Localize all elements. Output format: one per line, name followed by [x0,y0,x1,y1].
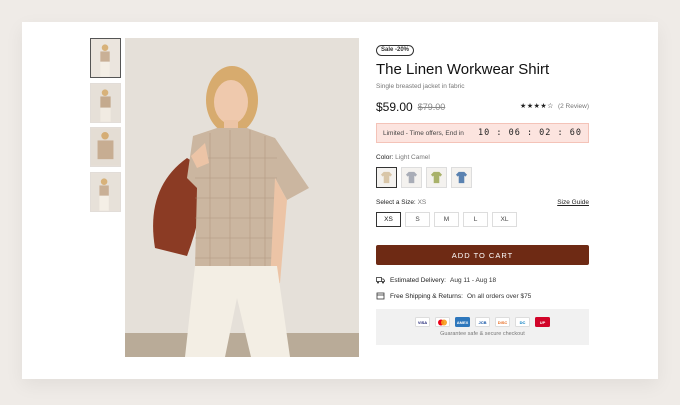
sale-badge: Sale -20% [376,44,415,56]
offer-timer: Limited - Time offers, End in 10 : 06 : … [376,123,589,143]
amex-icon: AMEX [455,317,470,327]
diners-icon: DC [515,317,530,327]
timer-countdown: 10 : 06 : 02 : 60 [478,128,582,138]
product-main-image [125,38,359,357]
size-options: XS S M L XL [376,212,589,227]
color-swatches [376,167,589,188]
product-title: The Linen Workwear Shirt [376,61,550,78]
size-option-xl[interactable]: XL [492,212,517,227]
size-option-l[interactable]: L [463,212,488,227]
swatch-grey[interactable] [401,167,422,188]
delivery-value: Aug 11 - Aug 18 [450,276,497,284]
color-selected: Light Camel [395,154,430,161]
rating[interactable]: ★★★★☆ (2 Review) [520,102,589,111]
shirt-icon [455,171,468,184]
thumbnail-1[interactable] [90,38,121,78]
truck-icon [376,277,385,284]
shirt-icon [405,171,418,184]
size-option-m[interactable]: M [434,212,459,227]
product-subtitle: Single breasted jacket in fabric [376,83,465,90]
size-label: Select a Size: XS [376,199,426,206]
current-price: $59.00 [376,100,413,114]
add-to-cart-button[interactable]: ADD TO CART [376,245,589,265]
discover-icon: DISC [495,317,510,327]
original-price: $79.00 [417,102,446,112]
unionpay-icon: UP [535,317,550,327]
box-icon [376,292,385,300]
jcb-icon: JCB [475,317,490,327]
delivery-label: Estimated Delivery: [390,276,446,284]
shirt-icon [430,171,443,184]
size-header: Select a Size: XS Size Guide [376,199,589,206]
size-option-xs[interactable]: XS [376,212,401,227]
payment-cards: VISA AMEX JCB DISC DC UP [413,317,553,327]
shirt-icon [380,171,393,184]
size-guide-link[interactable]: Size Guide [557,199,589,206]
swatch-blue[interactable] [451,167,472,188]
mastercard-icon [435,317,450,327]
secure-checkout-note: Guarantee safe & secure checkout [440,331,525,337]
thumbnail-2[interactable] [90,82,121,123]
delivery-info: Estimated Delivery: Aug 11 - Aug 18 [376,276,589,284]
product-details: Sale -20% The Linen Workwear Shirt Singl… [376,38,589,345]
size-selected: XS [417,199,427,206]
size-label-text: Select a Size: [376,199,416,206]
size-option-s[interactable]: S [405,212,430,227]
visa-icon: VISA [415,317,430,327]
shipping-info: Free Shipping & Returns: On all orders o… [376,292,589,300]
swatch-light-camel[interactable] [376,167,397,188]
color-label-text: Color: [376,154,394,161]
shipping-value: On all orders over $75 [466,292,532,300]
thumbnail-3[interactable] [90,127,121,167]
rating-stars-icon: ★★★★☆ [520,103,554,110]
payment-box: VISA AMEX JCB DISC DC UP Guarantee safe … [376,309,589,345]
color-label: Color: Light Camel [376,154,589,161]
shipping-label: Free Shipping & Returns: [390,292,463,300]
thumbnail-4[interactable] [90,171,121,212]
product-card: Sale -20% The Linen Workwear Shirt Singl… [22,22,658,379]
price-row: $59.00 $79.00 ★★★★☆ (2 Review) [376,100,589,114]
thumbnail-list [90,38,121,216]
review-count[interactable]: (2 Review) [558,103,589,110]
swatch-olive[interactable] [426,167,447,188]
timer-label: Limited - Time offers, End in [383,129,464,137]
